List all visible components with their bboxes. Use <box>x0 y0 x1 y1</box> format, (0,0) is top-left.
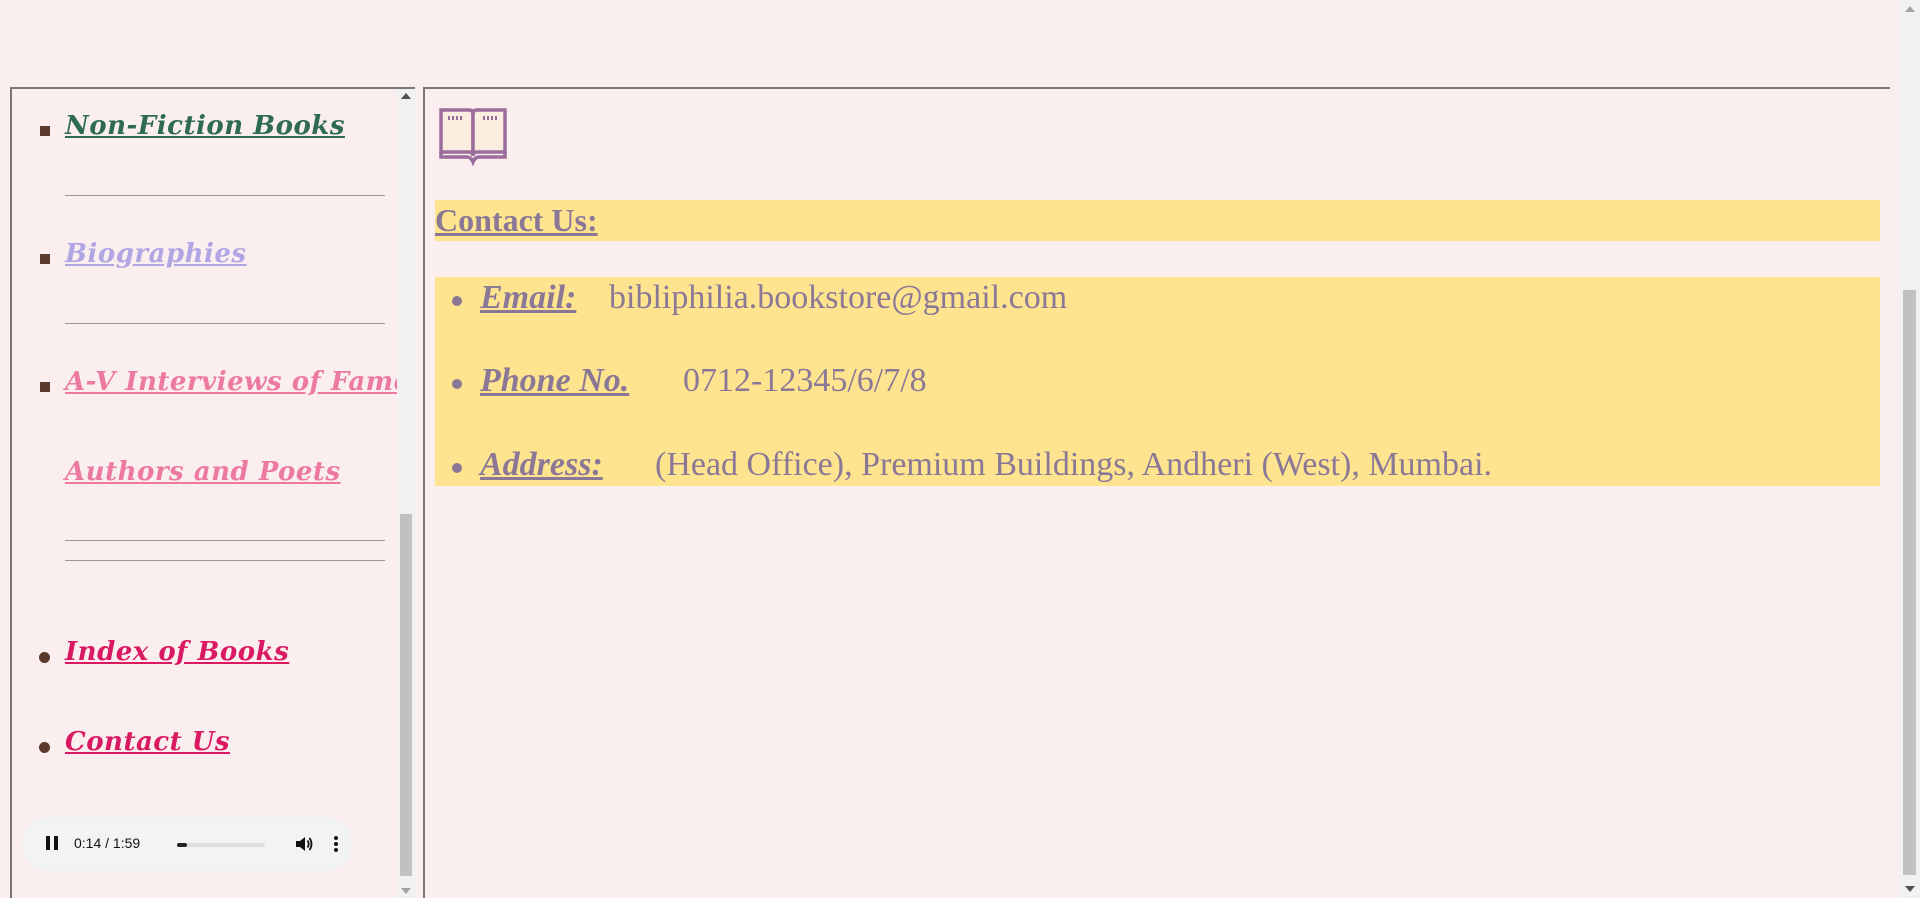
contact-list: Email: bibliphilia.bookstore@gmail.com P… <box>435 277 1880 486</box>
divider <box>65 323 385 324</box>
scroll-down-arrow-icon[interactable] <box>401 888 411 894</box>
disc-bullet <box>39 742 50 753</box>
nav-link-av-interviews-line2[interactable]: Authors and Poets <box>65 457 341 487</box>
audio-time: 0:14 / 1:59 <box>74 835 141 851</box>
contact-item-address: Address: (Head Office), Premium Building… <box>435 446 1880 486</box>
nav-link-index-of-books[interactable]: Index of Books <box>65 637 289 667</box>
contact-label: Email: <box>480 279 577 316</box>
contact-label: Address: <box>480 446 603 483</box>
content-frame: Contact Us: Email: bibliphilia.bookstore… <box>423 87 1890 898</box>
scroll-thumb[interactable] <box>400 514 412 876</box>
scroll-thumb[interactable] <box>1903 290 1916 875</box>
scroll-down-arrow-icon[interactable] <box>1905 886 1915 892</box>
contact-item-email: Email: bibliphilia.bookstore@gmail.com <box>435 279 1880 319</box>
disc-bullet <box>39 652 50 663</box>
volume-icon[interactable] <box>294 834 314 857</box>
divider <box>65 560 385 561</box>
scroll-up-arrow-icon[interactable] <box>401 93 411 99</box>
open-book-icon <box>437 104 509 171</box>
contact-label: Phone No. <box>480 362 630 399</box>
contact-item-phone: Phone No. 0712-12345/6/7/8 <box>435 362 1880 402</box>
disc-bullet <box>452 296 462 306</box>
square-bullet <box>40 382 50 392</box>
address-value: (Head Office), Premium Buildings, Andher… <box>655 446 1493 483</box>
page-title: Contact Us: <box>435 202 598 238</box>
scroll-up-arrow-icon[interactable] <box>1905 6 1915 12</box>
disc-bullet <box>452 463 462 473</box>
email-value: bibliphilia.bookstore@gmail.com <box>609 279 1068 316</box>
disc-bullet <box>452 379 462 389</box>
more-vertical-icon[interactable] <box>333 834 339 857</box>
audio-progress-slider[interactable] <box>177 843 265 847</box>
nav-link-biographies[interactable]: Biographies <box>65 239 247 269</box>
audio-player: 0:14 / 1:59 <box>22 817 352 871</box>
contact-heading-bar: Contact Us: <box>435 200 1880 241</box>
phone-value: 0712-12345/6/7/8 <box>683 362 927 399</box>
page-scrollbar[interactable] <box>1899 0 1920 898</box>
audio-progress-fill <box>177 843 188 847</box>
nav-link-contact-us[interactable]: Contact Us <box>65 727 230 757</box>
pause-icon[interactable] <box>46 836 58 850</box>
square-bullet <box>40 254 50 264</box>
divider <box>65 540 385 541</box>
navigation-frame: Non-Fiction Books Biographies A-V Interv… <box>10 87 415 898</box>
square-bullet <box>40 126 50 136</box>
nav-link-non-fiction-books[interactable]: Non-Fiction Books <box>65 111 345 141</box>
nav-link-av-interviews[interactable]: A-V Interviews of Famous <box>65 367 415 397</box>
divider <box>65 195 385 196</box>
nav-scrollbar[interactable] <box>397 89 415 898</box>
